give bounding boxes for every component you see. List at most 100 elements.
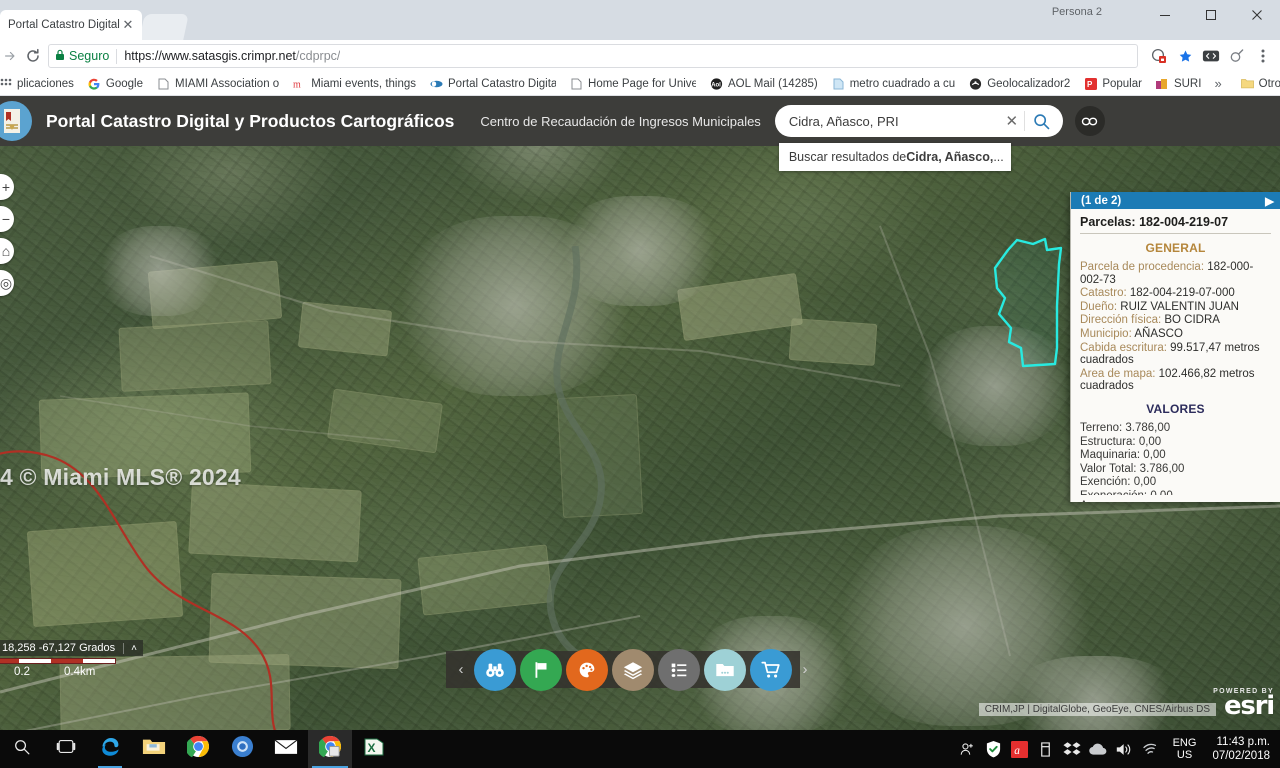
app-logo[interactable] [0,101,32,141]
other-bookmarks-folder[interactable]: Otros favoritos [1234,73,1280,95]
zoom-to-parcel-link[interactable]: Acercar a [1080,500,1129,502]
chrome-menu-icon[interactable] [1250,43,1276,69]
field-value: 0,00 [1133,476,1157,489]
forward-icon[interactable] [0,43,20,69]
bookmark-label: SURI [1173,77,1202,90]
bookmark-item[interactable]: SURI [1149,73,1208,95]
geo-icon [969,77,982,90]
minimize-button[interactable] [1142,0,1188,30]
bookmark-item[interactable]: Aol AOL Mail (14285) [703,73,825,95]
locate-control[interactable]: ◎ [0,270,14,296]
popup-pager-label: (1 de 2) [1081,194,1122,207]
bookmark-item[interactable]: MIAMI Association o [150,73,286,95]
search-suggestion[interactable]: Buscar resultados de Cidra, Añasco, ... [778,143,1011,171]
tab-close-icon[interactable]: ✕ [120,17,136,33]
address-bar[interactable]: Seguro https://www.satasgis.crimpr.net/c… [48,44,1138,68]
search-box[interactable]: Cidra, Añasco, PRI ✕ [774,105,1063,137]
coordinate-readout[interactable]: 18,258 -67,127 Grados ˄ [0,640,143,656]
search-widget: Cidra, Añasco, PRI ✕ Buscar resultados d… [774,105,1063,171]
taskbar-chrome-active-button[interactable] [308,730,352,768]
map-viewport[interactable]: 50474 © Miami MLS® 2024 Portal Catastro … [0,96,1280,730]
bookmark-item[interactable]: metro cuadrado a cu [825,73,962,95]
folder-icon[interactable] [704,648,746,691]
dock-prev-button[interactable]: ‹ [448,651,474,688]
onedrive-icon[interactable] [1085,730,1111,768]
portal-icon [430,77,443,90]
wifi-icon[interactable] [1137,730,1163,768]
taskbar-edge-button[interactable] [88,730,132,768]
share-link-icon[interactable] [1074,106,1105,136]
new-tab-stub[interactable] [139,14,189,40]
field-key: Dirección física: [1080,314,1162,327]
popup-next-icon[interactable]: ▶ [1265,194,1274,208]
taskbar-mail-button[interactable] [264,730,308,768]
suri-icon [1156,77,1169,90]
extension-icon[interactable] [1198,43,1224,69]
toolbar-actions [1146,43,1280,69]
draw-icon[interactable] [566,648,608,691]
bookmark-label: MIAMI Association o [175,77,280,90]
language-line-2: US [1176,749,1193,761]
url-path: /cdprpc/ [295,49,341,63]
bookmark-item[interactable]: Geolocalizador2 [962,73,1077,95]
cart-icon[interactable] [750,648,792,691]
chevron-up-icon[interactable]: ˄ [123,642,137,654]
volume-icon[interactable] [1111,730,1137,768]
language-indicator[interactable]: ENG US [1163,737,1207,761]
scale-label: 0.4km [64,666,96,678]
bookmarks-overflow-icon[interactable]: » [1208,76,1227,91]
map-attribution: CRIM,JP | DigitalGlobe, GeoEye, CNES/Air… [978,703,1216,716]
popup-pager-bar: (1 de 2) ▶ [1071,192,1280,209]
cookie-blocked-icon[interactable] [1146,43,1172,69]
parcel-popup-panel[interactable]: (1 de 2) ▶ Parcelas: 182-004-219-07 GENE… [1070,192,1280,502]
maximize-button[interactable] [1188,0,1234,30]
home-control[interactable]: ⌂ [0,238,14,264]
field-key: Catastro: [1080,287,1127,300]
flag-icon[interactable] [520,648,562,691]
field-key: Terreno: [1080,421,1123,434]
search-input[interactable]: Cidra, Añasco, PRI [789,114,1000,129]
bookmark-item[interactable]: Portal Catastro Digita [423,73,563,95]
bookmark-label: Home Page for Unive [588,77,697,90]
google-icon [88,77,101,90]
bookmark-star-icon[interactable] [1172,43,1198,69]
zoom-out-control[interactable]: − [0,206,14,232]
taskbar-file-explorer-button[interactable] [132,730,176,768]
zoom-in-control[interactable]: + [0,174,14,200]
bookmark-item[interactable]: P Popular [1077,73,1149,95]
taskbar-chrome-button[interactable] [176,730,220,768]
layers-icon[interactable] [612,648,654,691]
bookmark-item[interactable]: m Miami events, things [286,73,423,95]
people-icon[interactable] [955,730,981,768]
bookmark-item[interactable]: Home Page for Unive [563,73,703,95]
bookmark-item[interactable]: Google [81,73,150,95]
clock[interactable]: 11:43 p.m. 07/02/2018 [1206,735,1270,763]
usb-eject-icon[interactable] [1033,730,1059,768]
extension-pen-icon[interactable] [1224,43,1250,69]
legend-icon[interactable] [658,648,700,691]
dock-next-button[interactable]: › [792,651,818,688]
search-icon[interactable] [1025,113,1059,130]
taskbar-excel-button[interactable]: X [352,730,396,768]
esri-logo: POWERED BY esri [1213,688,1275,719]
magnifier-icon [13,738,31,761]
clear-search-icon[interactable]: ✕ [1000,112,1024,130]
close-button[interactable] [1234,0,1280,30]
field-estructura: Estructura: 0,00 [1080,436,1271,449]
reload-icon[interactable] [20,43,46,69]
scale-bar-ticks [0,658,116,664]
aol-icon: Aol [710,77,723,90]
taskbar-search-button[interactable] [0,730,44,768]
bookmark-item[interactable]: plicaciones [0,73,81,95]
dropbox-icon[interactable] [1059,730,1085,768]
taskbar-chrome-canary-button[interactable] [220,730,264,768]
binoculars-icon[interactable] [474,648,516,691]
security-shield-icon[interactable] [981,730,1007,768]
chrome-browser-window: Portal Catastro Digital y ✕ Persona 2 Se… [0,0,1280,730]
persona-label[interactable]: Persona 2 [1052,6,1102,18]
avast-icon[interactable]: a [1007,730,1033,768]
lock-icon [55,49,65,64]
browser-tab[interactable]: Portal Catastro Digital y ✕ [0,10,142,40]
suggestion-suffix: ... [993,150,1004,164]
taskbar-task-view-button[interactable] [44,730,88,768]
